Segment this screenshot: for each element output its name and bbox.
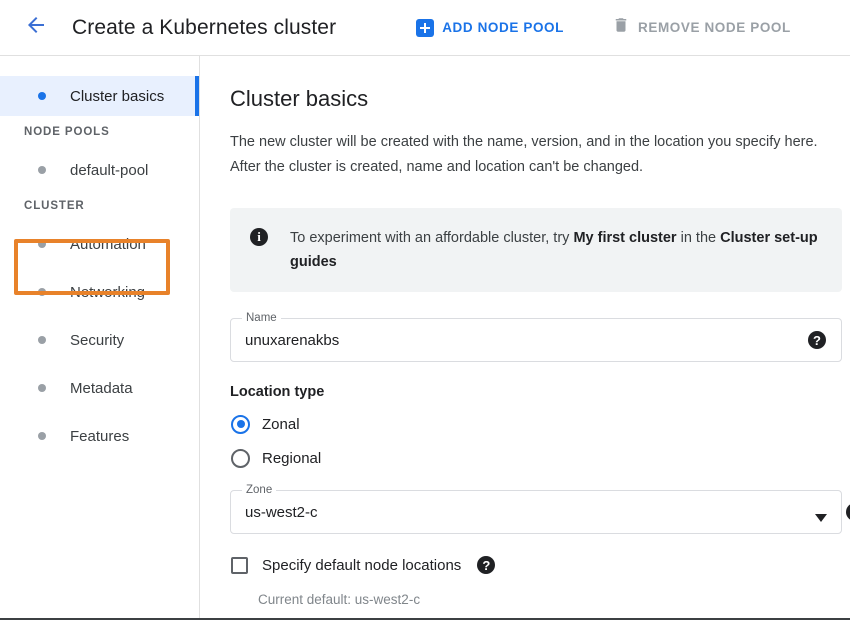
- node-locations-row[interactable]: Specify default node locations ?: [230, 556, 843, 574]
- zone-selected-value: us-west2-c: [245, 503, 318, 521]
- page-title: Create a Kubernetes cluster: [72, 15, 337, 39]
- bullet-icon: [38, 166, 46, 174]
- node-locations-checkbox[interactable]: [231, 556, 248, 574]
- section-title: Cluster basics: [230, 86, 369, 111]
- sidebar-item-networking[interactable]: Networking: [0, 272, 199, 312]
- bullet-icon: [38, 288, 46, 296]
- app-header: Create a Kubernetes cluster ADD NODE POO…: [0, 0, 850, 56]
- sidebar-section-cluster: CLUSTER: [24, 200, 85, 212]
- radio-regional-label: Regional: [262, 449, 322, 467]
- zone-field-legend: Zone: [242, 483, 277, 497]
- current-default-text: Current default: us-west2-c: [258, 592, 421, 607]
- sidebar-item-metadata[interactable]: Metadata: [0, 368, 199, 408]
- info-banner: i To experiment with an affordable clust…: [230, 208, 842, 292]
- sidebar: Cluster basics NODE POOLS default-pool C…: [0, 56, 200, 620]
- name-input-value[interactable]: unuxarenakbs: [245, 332, 339, 349]
- sidebar-item-label: Security: [70, 331, 125, 349]
- sidebar-item-cluster-basics[interactable]: Cluster basics: [0, 76, 199, 116]
- remove-node-pool-label: REMOVE NODE POOL: [638, 20, 791, 35]
- plus-square-icon: [416, 18, 435, 37]
- sidebar-item-label: default-pool: [70, 161, 149, 179]
- sidebar-item-label: Metadata: [70, 379, 133, 397]
- location-type-label: Location type: [230, 384, 325, 400]
- remove-node-pool-button[interactable]: REMOVE NODE POOL: [608, 10, 795, 46]
- name-field-legend: Name: [242, 311, 281, 325]
- sidebar-item-label: Automation: [70, 235, 146, 253]
- section-description: The new cluster will be created with the…: [230, 134, 818, 175]
- sidebar-item-automation[interactable]: Automation: [0, 224, 199, 264]
- info-text-part2: in the: [676, 230, 721, 246]
- bullet-icon: [38, 92, 46, 100]
- info-icon: i: [250, 228, 268, 246]
- bullet-icon: [38, 240, 46, 248]
- main-content: Cluster basics The new cluster will be c…: [201, 56, 850, 620]
- trash-icon: [612, 15, 630, 40]
- sidebar-item-default-pool[interactable]: default-pool: [0, 150, 199, 190]
- radio-zonal-icon[interactable]: [231, 414, 250, 434]
- sidebar-item-features[interactable]: Features: [0, 416, 199, 456]
- zone-field-wrap: Zone us-west2-c ?: [230, 483, 850, 534]
- info-text-part1: To experiment with an affordable cluster…: [290, 230, 574, 246]
- radio-zonal-label: Zonal: [262, 415, 300, 433]
- info-banner-text: To experiment with an affordable cluster…: [290, 226, 820, 274]
- info-text-bold1: My first cluster: [573, 230, 677, 246]
- arrow-left-icon: [24, 13, 48, 42]
- sidebar-item-label: Cluster basics: [70, 87, 165, 105]
- bullet-icon: [38, 336, 46, 344]
- sidebar-item-label: Features: [70, 427, 130, 445]
- chevron-down-icon[interactable]: [815, 509, 827, 527]
- bullet-icon: [38, 384, 46, 392]
- help-icon[interactable]: ?: [808, 331, 826, 349]
- sidebar-section-node-pools: NODE POOLS: [24, 126, 110, 138]
- name-field-wrap: Name unuxarenakbs ?: [230, 311, 842, 362]
- add-node-pool-button[interactable]: ADD NODE POOL: [412, 10, 568, 46]
- radio-regional-icon[interactable]: [231, 448, 250, 468]
- back-button[interactable]: [12, 4, 60, 52]
- zone-select[interactable]: Zone us-west2-c: [230, 483, 842, 534]
- help-icon[interactable]: ?: [846, 503, 850, 521]
- sidebar-item-security[interactable]: Security: [0, 320, 199, 360]
- node-locations-label: Specify default node locations: [262, 556, 462, 574]
- bullet-icon: [38, 432, 46, 440]
- help-icon[interactable]: ?: [477, 556, 496, 574]
- radio-zonal[interactable]: Zonal: [230, 408, 843, 440]
- sidebar-item-label: Networking: [70, 283, 146, 301]
- radio-regional[interactable]: Regional: [230, 442, 843, 474]
- name-field[interactable]: Name unuxarenakbs: [230, 311, 842, 362]
- add-node-pool-label: ADD NODE POOL: [442, 20, 564, 35]
